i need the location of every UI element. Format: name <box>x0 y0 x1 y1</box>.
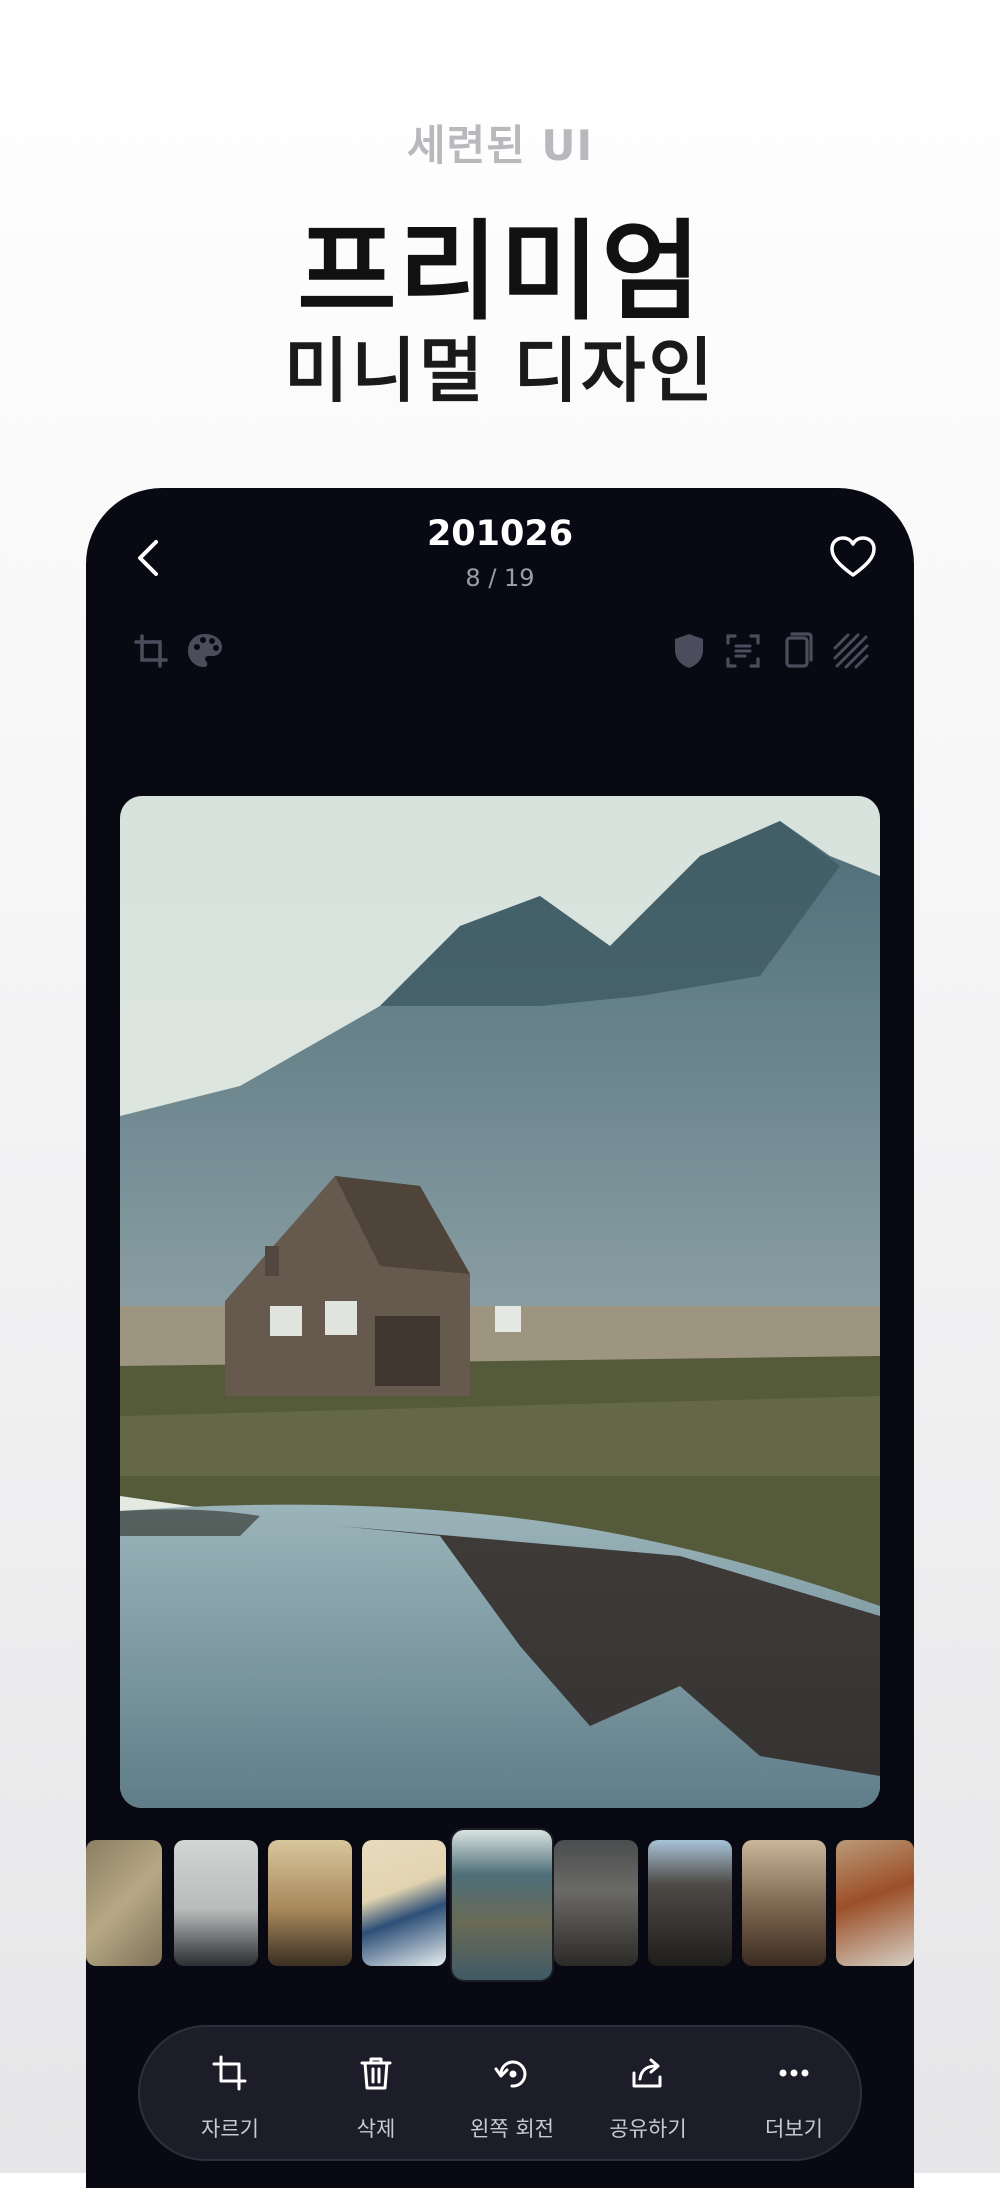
delete-button[interactable]: 삭제 <box>306 2027 446 2163</box>
crop-tool[interactable] <box>128 628 174 674</box>
landscape-image <box>120 796 880 1808</box>
copy-tool[interactable] <box>774 628 820 674</box>
more-button[interactable]: 더보기 <box>724 2027 864 2163</box>
thumbnail[interactable] <box>174 1840 258 1966</box>
edit-toolbar <box>86 628 914 688</box>
more-icon <box>779 2069 809 2077</box>
photo-title: 201026 <box>426 514 574 554</box>
crop-icon <box>212 2055 247 2091</box>
text-scan-tool[interactable] <box>720 628 766 674</box>
thumbnail-strip <box>86 1830 914 1980</box>
copy-icon <box>785 632 813 668</box>
thumbnail[interactable] <box>268 1840 352 1966</box>
pattern-icon <box>833 633 869 669</box>
palette-icon <box>188 634 222 667</box>
favorite-button[interactable] <box>826 530 880 584</box>
protect-tool[interactable] <box>666 628 712 674</box>
thumbnail[interactable] <box>362 1840 446 1966</box>
crop-button[interactable]: 자르기 <box>160 2027 300 2163</box>
rotate-left-label: 왼쪽 회전 <box>470 2117 554 2141</box>
promo-tagline: 미니멀 디자인 <box>284 330 716 412</box>
promo-subtitle: 세련된 UI <box>406 121 594 170</box>
scan-text-icon <box>726 634 760 668</box>
shield-icon <box>675 634 703 668</box>
trash-icon <box>360 2057 392 2090</box>
thumbnail[interactable] <box>742 1840 826 1966</box>
phone-screen: 201026 8 / 19 자르기 삭제 왼쪽 회전 공유하기 더보기 <box>86 488 914 2188</box>
delete-label: 삭제 <box>356 2117 396 2141</box>
main-photo[interactable] <box>120 796 880 1808</box>
thumbnail[interactable] <box>86 1840 162 1966</box>
more-label: 더보기 <box>765 2117 823 2141</box>
share-button[interactable]: 공유하기 <box>578 2027 718 2163</box>
thumbnail[interactable] <box>554 1840 638 1966</box>
thumbnail[interactable] <box>648 1840 732 1966</box>
thumbnail[interactable] <box>836 1840 914 1966</box>
color-tool[interactable] <box>182 628 228 674</box>
crop-label: 자르기 <box>201 2117 259 2141</box>
rotate-left-button[interactable]: 왼쪽 회전 <box>432 2027 592 2163</box>
crop-icon <box>134 634 168 668</box>
share-icon <box>632 2058 662 2088</box>
heart-icon <box>830 536 876 577</box>
rotate-left-icon <box>494 2060 527 2088</box>
share-label: 공유하기 <box>609 2117 687 2141</box>
thumbnail-active[interactable] <box>452 1830 552 1980</box>
viewer-header: 201026 8 / 19 <box>86 488 914 608</box>
action-bar: 자르기 삭제 왼쪽 회전 공유하기 더보기 <box>138 2025 862 2161</box>
pattern-tool[interactable] <box>828 628 874 674</box>
photo-counter: 8 / 19 <box>465 564 535 592</box>
